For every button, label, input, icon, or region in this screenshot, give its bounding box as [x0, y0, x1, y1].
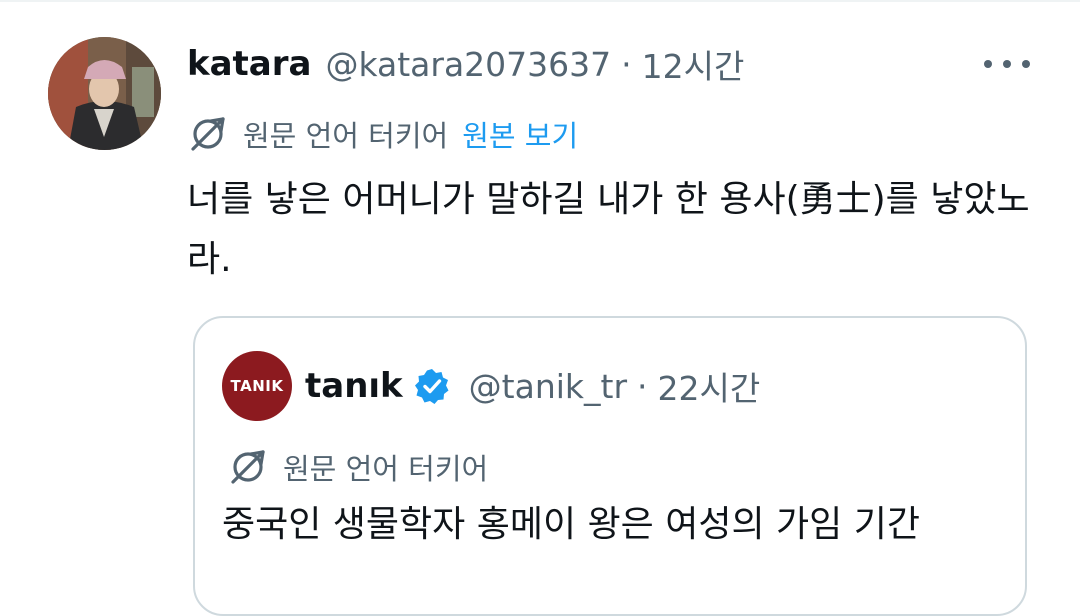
tweet-header: katara @katara2073637 · 12시간 — [187, 38, 744, 90]
translate-globe-icon — [227, 446, 269, 488]
tweet-time[interactable]: 12시간 — [642, 40, 745, 88]
quote-tweet-card[interactable]: TANIK tanık @tanik_tr · 22시간 원문 언어 터키어 중… — [193, 316, 1027, 616]
quote-separator-dot: · — [637, 366, 648, 406]
quote-translation-label: 원문 언어 터키어 — [283, 452, 489, 486]
quote-header: tanık @tanik_tr · 22시간 — [305, 360, 760, 412]
tweet-text: 너를 낳은 어머니가 말하길 내가 한 용사(勇士)를 낳았노라. — [187, 179, 1030, 280]
verified-badge-icon — [413, 367, 451, 405]
quote-author-name[interactable]: tanık — [305, 366, 403, 406]
translate-globe-icon — [187, 113, 229, 155]
show-original-link[interactable]: 원본 보기 — [462, 113, 578, 155]
translation-label: 원문 언어 터키어 — [243, 119, 449, 153]
avatar[interactable] — [48, 37, 161, 150]
translation-row: 원문 언어 터키어 원본 보기 — [187, 111, 578, 157]
author-name[interactable]: katara — [187, 44, 311, 84]
author-handle[interactable]: @katara2073637 — [325, 45, 611, 84]
more-dots-icon[interactable] — [984, 50, 1030, 78]
separator-dot: · — [621, 44, 632, 84]
top-divider — [0, 0, 1080, 2]
quote-translation-row: 원문 언어 터키어 — [227, 444, 488, 490]
quote-avatar[interactable]: TANIK — [222, 351, 292, 421]
quote-avatar-logo-text: TANIK — [230, 377, 284, 395]
quote-author-handle[interactable]: @tanik_tr — [469, 367, 627, 406]
quote-text: 중국인 생물학자 홍메이 왕은 여성의 가임 기간 — [222, 504, 920, 545]
quote-time[interactable]: 22시간 — [658, 362, 761, 410]
